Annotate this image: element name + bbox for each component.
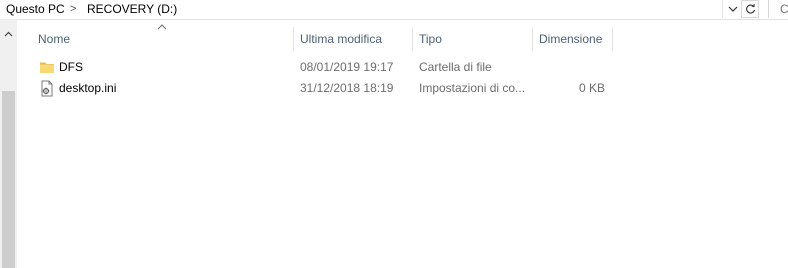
navigation-pane-scrollbar[interactable] bbox=[0, 19, 17, 268]
breadcrumb-recovery-drive[interactable]: RECOVERY (D:) bbox=[87, 1, 177, 17]
settings-file-icon bbox=[39, 80, 55, 97]
column-header-type[interactable]: Tipo bbox=[419, 27, 442, 51]
file-row-desktop-ini[interactable]: desktop.ini 31/12/2018 18:19 Impostazion… bbox=[34, 78, 614, 99]
search-placeholder: C bbox=[780, 2, 788, 16]
file-size: 0 KB bbox=[578, 81, 605, 95]
sort-ascending-icon bbox=[157, 24, 167, 30]
column-divider[interactable] bbox=[412, 27, 413, 51]
file-date: 31/12/2018 18:19 bbox=[300, 81, 394, 95]
file-name: desktop.ini bbox=[59, 81, 117, 95]
column-divider[interactable] bbox=[293, 27, 294, 51]
chevron-down-icon bbox=[728, 6, 738, 12]
file-type: Impostazioni di co... bbox=[419, 81, 526, 95]
file-name: DFS bbox=[59, 60, 83, 74]
search-box[interactable]: C bbox=[768, 0, 788, 18]
file-row-dfs[interactable]: DFS 08/01/2019 19:17 Cartella di file bbox=[34, 57, 614, 78]
refresh-icon bbox=[745, 4, 755, 14]
column-divider[interactable] bbox=[612, 27, 613, 51]
column-header-date[interactable]: Ultima modifica bbox=[300, 27, 382, 51]
refresh-button[interactable] bbox=[741, 0, 759, 18]
column-header-name[interactable]: Nome bbox=[38, 27, 70, 51]
file-type: Cartella di file bbox=[419, 60, 492, 74]
file-date: 08/01/2019 19:17 bbox=[300, 60, 394, 74]
address-bar[interactable]: Questo PC > RECOVERY (D:) C bbox=[0, 0, 788, 20]
address-divider bbox=[722, 0, 723, 18]
breadcrumb-separator-icon[interactable]: > bbox=[70, 1, 76, 17]
file-size bbox=[539, 57, 605, 78]
breadcrumb-this-pc[interactable]: Questo PC bbox=[6, 1, 65, 17]
scroll-up-button[interactable] bbox=[0, 27, 17, 41]
scrollbar-thumb[interactable] bbox=[2, 91, 15, 268]
column-header-size[interactable]: Dimensione bbox=[539, 27, 602, 51]
folder-icon bbox=[39, 59, 55, 76]
chevron-up-icon bbox=[4, 31, 13, 37]
address-history-dropdown[interactable] bbox=[726, 1, 740, 17]
column-divider[interactable] bbox=[532, 27, 533, 51]
